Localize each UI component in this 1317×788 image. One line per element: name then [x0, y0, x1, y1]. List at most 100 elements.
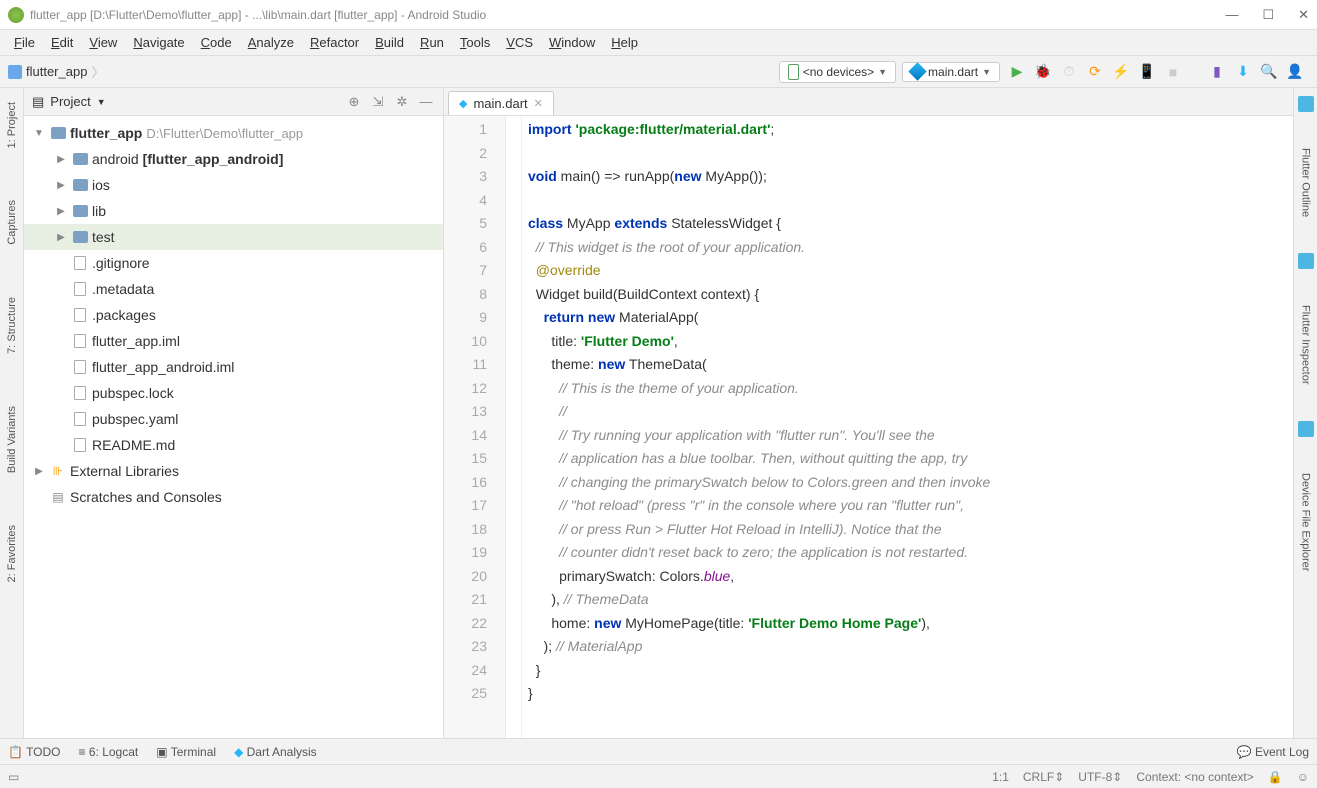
editor-pane: ◆ main.dart ✕ 12345678910111213141516171…	[444, 88, 1293, 738]
search-icon[interactable]: 🔍	[1261, 64, 1277, 80]
menu-tools[interactable]: Tools	[454, 33, 496, 52]
profile-button[interactable]: ⏱	[1061, 64, 1077, 80]
cursor-position[interactable]: 1:1	[992, 770, 1009, 784]
flutter-icon	[1298, 421, 1314, 437]
left-tool-strip: 1: Project Captures 7: Structure Build Vari…	[0, 88, 24, 738]
run-config-selector[interactable]: main.dart ▼	[902, 62, 1000, 82]
tree-row[interactable]: flutter_app_android.iml	[24, 354, 443, 380]
context-label[interactable]: Context: <no context>	[1136, 770, 1253, 784]
encoding[interactable]: UTF-8⇕	[1078, 770, 1122, 784]
tree-row[interactable]: pubspec.yaml	[24, 406, 443, 432]
dart-analysis-tab[interactable]: ◆ Dart Analysis	[234, 745, 317, 759]
settings-icon[interactable]: ✲	[393, 94, 411, 110]
hide-icon[interactable]: —	[417, 94, 435, 109]
tree-row[interactable]: flutter_app.iml	[24, 328, 443, 354]
event-log-tab[interactable]: 💬 Event Log	[1237, 745, 1309, 759]
project-pane-title: Project	[50, 94, 90, 109]
menu-help[interactable]: Help	[605, 33, 644, 52]
tree-row[interactable]: ▶ios	[24, 172, 443, 198]
editor-tabbar: ◆ main.dart ✕	[444, 88, 1293, 116]
collapse-icon[interactable]: ⇲	[369, 94, 387, 110]
logcat-tab[interactable]: ≡ 6: Logcat	[79, 745, 139, 759]
left-tab----favorites[interactable]: 2: Favorites	[4, 519, 20, 588]
menu-view[interactable]: View	[83, 33, 123, 52]
avd-icon[interactable]: ▮	[1209, 64, 1225, 80]
menu-file[interactable]: File	[8, 33, 41, 52]
stop-button[interactable]: ■	[1165, 64, 1181, 80]
minimize-button[interactable]: —	[1225, 7, 1238, 23]
dart-file-icon: ◆	[459, 97, 467, 110]
file-tab-label: main.dart	[473, 96, 527, 111]
tree-row[interactable]: pubspec.lock	[24, 380, 443, 406]
menu-vcs[interactable]: VCS	[500, 33, 539, 52]
terminal-tab[interactable]: ▣ Terminal	[156, 745, 216, 759]
right-tab-device-file-explorer[interactable]: Device File Explorer	[1298, 467, 1314, 577]
inspector-icon[interactable]: ☺	[1297, 770, 1309, 784]
debug-button[interactable]: 🐞	[1035, 64, 1051, 80]
flash-icon[interactable]: ⚡	[1113, 64, 1129, 80]
tree-row[interactable]: .packages	[24, 302, 443, 328]
breadcrumb[interactable]: flutter_app 〉	[8, 62, 776, 81]
tree-row[interactable]: README.md	[24, 432, 443, 458]
code-editor[interactable]: 1234567891011121314151617181920212223242…	[444, 116, 1293, 738]
locate-icon[interactable]: ⊕	[345, 94, 363, 110]
close-button[interactable]: ✕	[1298, 7, 1309, 23]
hot-reload-button[interactable]: ⟳	[1087, 64, 1103, 80]
fold-column[interactable]	[506, 116, 522, 738]
project-header-icon: ▤	[32, 94, 44, 110]
tree-row[interactable]: ▶test	[24, 224, 443, 250]
run-button[interactable]: ▶	[1009, 64, 1025, 80]
phone-icon	[788, 64, 799, 80]
menu-run[interactable]: Run	[414, 33, 450, 52]
menu-edit[interactable]: Edit	[45, 33, 79, 52]
device-selector-label: <no devices>	[803, 65, 874, 79]
menu-analyze[interactable]: Analyze	[242, 33, 300, 52]
file-tab[interactable]: ◆ main.dart ✕	[448, 91, 554, 115]
line-gutter[interactable]: 1234567891011121314151617181920212223242…	[444, 116, 506, 738]
dart-icon	[908, 62, 926, 80]
status-icon: ▭	[8, 770, 19, 784]
user-icon[interactable]: 👤	[1287, 64, 1303, 80]
left-tab-captures[interactable]: Captures	[4, 194, 20, 251]
tree-row[interactable]: ▶⊪External Libraries	[24, 458, 443, 484]
window-title: flutter_app [D:\Flutter\Demo\flutter_app…	[30, 8, 1225, 22]
run-config-label: main.dart	[928, 65, 978, 79]
toolbar: flutter_app 〉 <no devices> ▼ main.dart ▼…	[0, 56, 1317, 88]
right-tab-flutter-outline[interactable]: Flutter Outline	[1298, 142, 1314, 223]
menu-code[interactable]: Code	[195, 33, 238, 52]
lock-icon[interactable]: 🔒	[1268, 770, 1283, 784]
sdk-icon[interactable]: ⬇	[1235, 64, 1251, 80]
tree-row[interactable]: ▼flutter_app D:\Flutter\Demo\flutter_app	[24, 120, 443, 146]
right-tab-flutter-inspector[interactable]: Flutter Inspector	[1298, 299, 1314, 390]
code-area[interactable]: import 'package:flutter/material.dart'; …	[522, 116, 1293, 738]
menu-build[interactable]: Build	[369, 33, 410, 52]
status-bar: ▭ 1:1 CRLF⇕ UTF-8⇕ Context: <no context>…	[0, 764, 1317, 788]
menu-window[interactable]: Window	[543, 33, 601, 52]
maximize-button[interactable]: ☐	[1262, 7, 1274, 23]
project-tree[interactable]: ▼flutter_app D:\Flutter\Demo\flutter_app…	[24, 116, 443, 738]
line-ending[interactable]: CRLF⇕	[1023, 770, 1064, 784]
menu-navigate[interactable]: Navigate	[127, 33, 190, 52]
tree-row[interactable]: .gitignore	[24, 250, 443, 276]
left-tab----structure[interactable]: 7: Structure	[4, 291, 20, 360]
tree-row[interactable]: ▶android [flutter_app_android]	[24, 146, 443, 172]
flutter-icon	[1298, 253, 1314, 269]
module-icon	[8, 65, 22, 79]
device-selector[interactable]: <no devices> ▼	[779, 61, 896, 83]
right-tool-strip: Flutter Outline Flutter Inspector Device F…	[1293, 88, 1317, 738]
tree-row[interactable]: ▤Scratches and Consoles	[24, 484, 443, 510]
breadcrumb-root: flutter_app	[26, 64, 87, 79]
close-tab-icon[interactable]: ✕	[534, 97, 543, 110]
tree-row[interactable]: .metadata	[24, 276, 443, 302]
attach-icon[interactable]: 📱	[1139, 64, 1155, 80]
menubar: FileEditViewNavigate CodeAnalyzeRefactorB…	[0, 30, 1317, 56]
left-tab-build-variants[interactable]: Build Variants	[4, 400, 20, 479]
bottom-toolbar: 📋 TODO ≡ 6: Logcat ▣ Terminal ◆ Dart Ana…	[0, 738, 1317, 764]
project-header[interactable]: ▤ Project ▼ ⊕ ⇲ ✲ —	[24, 88, 443, 116]
menu-refactor[interactable]: Refactor	[304, 33, 365, 52]
titlebar: flutter_app [D:\Flutter\Demo\flutter_app…	[0, 0, 1317, 30]
left-tab----project[interactable]: 1: Project	[4, 96, 20, 154]
todo-tab[interactable]: 📋 TODO	[8, 745, 61, 759]
flutter-icon	[1298, 96, 1314, 112]
tree-row[interactable]: ▶lib	[24, 198, 443, 224]
